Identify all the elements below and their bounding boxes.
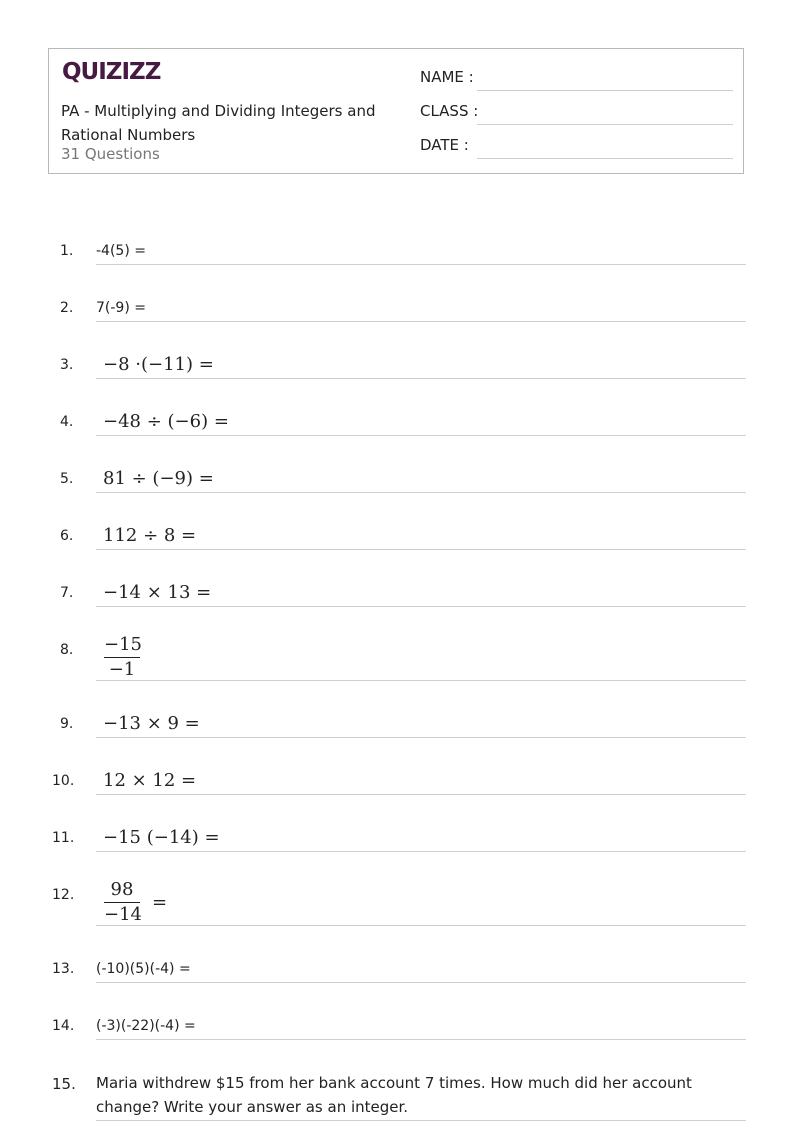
question-text: Maria withdrew $15 from her bank account… bbox=[96, 1074, 692, 1116]
answer-line[interactable] bbox=[96, 737, 746, 738]
quizizz-logo: QUIZIZZ bbox=[62, 59, 161, 85]
answer-line[interactable] bbox=[96, 982, 746, 983]
question-number: 11. bbox=[52, 830, 75, 846]
fraction: 98 −14 bbox=[104, 879, 142, 926]
answer-line[interactable] bbox=[96, 925, 746, 926]
name-field: NAME : bbox=[420, 68, 474, 86]
question-math: 112 ÷ 8 = bbox=[103, 525, 197, 546]
question-math: −13 × 9 = bbox=[103, 713, 200, 734]
fraction-numerator: −15 bbox=[104, 634, 142, 655]
date-field: DATE : bbox=[420, 136, 469, 154]
question-text: (-3)(-22)(-4) = bbox=[96, 1018, 196, 1034]
worksheet-title: PA - Multiplying and Dividing Integers a… bbox=[61, 102, 376, 144]
answer-line[interactable] bbox=[96, 549, 746, 550]
answer-line[interactable] bbox=[96, 264, 746, 265]
fraction-bar bbox=[104, 657, 140, 658]
question-text: 7(-9) = bbox=[96, 300, 146, 316]
answer-line[interactable] bbox=[96, 851, 746, 852]
question-number: 2. bbox=[60, 300, 74, 316]
class-label: CLASS : bbox=[420, 102, 479, 120]
question-number: 15. bbox=[52, 1075, 76, 1093]
fraction-bar bbox=[104, 902, 140, 903]
question-number: 14. bbox=[52, 1018, 75, 1034]
question-text: (-10)(5)(-4) = bbox=[96, 961, 191, 977]
date-label: DATE : bbox=[420, 136, 469, 154]
question-text: -4(5) = bbox=[96, 243, 146, 259]
fraction: −15 −1 bbox=[104, 634, 142, 681]
worksheet-header: QUIZIZZ PA - Multiplying and Dividing In… bbox=[48, 48, 744, 174]
answer-line[interactable] bbox=[96, 606, 746, 607]
answer-line[interactable] bbox=[96, 492, 746, 493]
question-number: 10. bbox=[52, 773, 75, 789]
class-input-line[interactable] bbox=[477, 124, 733, 125]
equals-sign: = bbox=[152, 892, 168, 913]
answer-line[interactable] bbox=[96, 680, 746, 681]
question-number: 3. bbox=[60, 357, 74, 373]
name-label: NAME : bbox=[420, 68, 474, 86]
fraction-numerator: 98 bbox=[110, 879, 134, 900]
question-number: 6. bbox=[60, 528, 74, 544]
question-number: 7. bbox=[60, 585, 74, 601]
question-number: 5. bbox=[60, 471, 74, 487]
question-number: 1. bbox=[60, 243, 74, 259]
date-input-line[interactable] bbox=[477, 158, 733, 159]
answer-line[interactable] bbox=[96, 378, 746, 379]
answer-line[interactable] bbox=[96, 435, 746, 436]
question-number: 8. bbox=[60, 642, 74, 658]
question-math: −8 ·(−11) = bbox=[103, 354, 214, 375]
question-math: 81 ÷ (−9) = bbox=[103, 468, 214, 489]
question-number: 12. bbox=[52, 887, 75, 903]
answer-line[interactable] bbox=[96, 1120, 746, 1121]
class-field: CLASS : bbox=[420, 102, 478, 120]
name-input-line[interactable] bbox=[477, 90, 733, 91]
question-math: −48 ÷ (−6) = bbox=[103, 411, 229, 432]
answer-line[interactable] bbox=[96, 321, 746, 322]
fraction-denominator: −14 bbox=[104, 904, 142, 925]
answer-line[interactable] bbox=[96, 1039, 746, 1040]
question-number: 4. bbox=[60, 414, 74, 430]
question-math: −14 × 13 = bbox=[103, 582, 212, 603]
answer-line[interactable] bbox=[96, 794, 746, 795]
fraction-denominator: −1 bbox=[108, 659, 136, 680]
question-math: −15 (−14) = bbox=[103, 827, 220, 848]
question-number: 9. bbox=[60, 716, 74, 732]
question-count: 31 Questions bbox=[61, 145, 160, 163]
question-number: 13. bbox=[52, 961, 75, 977]
question-math: 12 × 12 = bbox=[103, 770, 197, 791]
